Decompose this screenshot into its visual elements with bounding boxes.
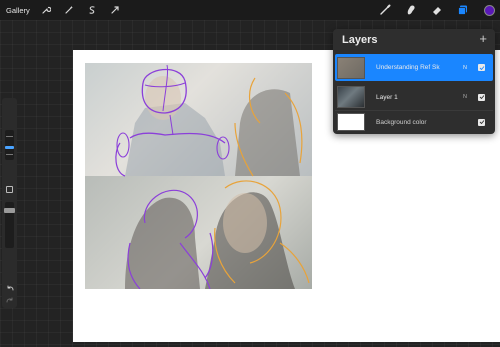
size-tick: [6, 136, 13, 137]
selection-icon[interactable]: [85, 3, 99, 17]
layer-thumbnail: [337, 56, 365, 79]
top-toolbar: Gallery: [0, 0, 500, 20]
layer-name: Understanding Ref Sk: [376, 64, 440, 71]
eraser-icon[interactable]: [430, 3, 444, 17]
blend-mode-button[interactable]: N: [463, 65, 467, 71]
visibility-checkbox[interactable]: [478, 64, 485, 71]
layer-name: Layer 1: [376, 93, 398, 101]
layers-panel: Layers + Understanding Ref Sk N Layer 1 …: [333, 29, 495, 134]
layers-title: Layers: [342, 34, 378, 46]
size-tick: [6, 154, 13, 155]
right-tools: [378, 0, 496, 20]
brush-size-thumb[interactable]: [5, 146, 14, 149]
active-color-dot: [483, 4, 495, 16]
blend-mode-button[interactable]: N: [463, 94, 467, 100]
brush-icon[interactable]: [378, 3, 392, 17]
left-sidebar: [2, 98, 17, 308]
transform-arrow-icon[interactable]: [108, 3, 122, 17]
sketch-overlay: [115, 64, 310, 289]
layer-thumbnail: [337, 113, 365, 131]
undo-icon[interactable]: [4, 284, 15, 294]
wrench-icon[interactable]: [39, 3, 53, 17]
smudge-icon[interactable]: [404, 3, 418, 17]
color-swatch[interactable]: [482, 3, 496, 17]
add-layer-button[interactable]: +: [479, 32, 487, 45]
layer-thumbnail: [337, 86, 365, 108]
layer-name: Background color: [376, 118, 427, 126]
brush-size-slider[interactable]: [5, 130, 14, 160]
layer-row[interactable]: Layer 1 N: [335, 84, 493, 111]
visibility-checkbox[interactable]: [478, 93, 485, 101]
modify-button[interactable]: [6, 186, 13, 193]
gallery-button[interactable]: Gallery: [6, 6, 30, 15]
layer-row[interactable]: Background color: [335, 111, 493, 133]
opacity-thumb[interactable]: [4, 208, 15, 213]
reference-artwork: [85, 63, 312, 289]
magic-wand-icon[interactable]: [62, 3, 76, 17]
redo-icon[interactable]: [4, 296, 15, 306]
visibility-checkbox[interactable]: [478, 118, 485, 126]
layers-icon[interactable]: [456, 3, 470, 17]
layer-row[interactable]: Understanding Ref Sk N: [335, 54, 493, 81]
